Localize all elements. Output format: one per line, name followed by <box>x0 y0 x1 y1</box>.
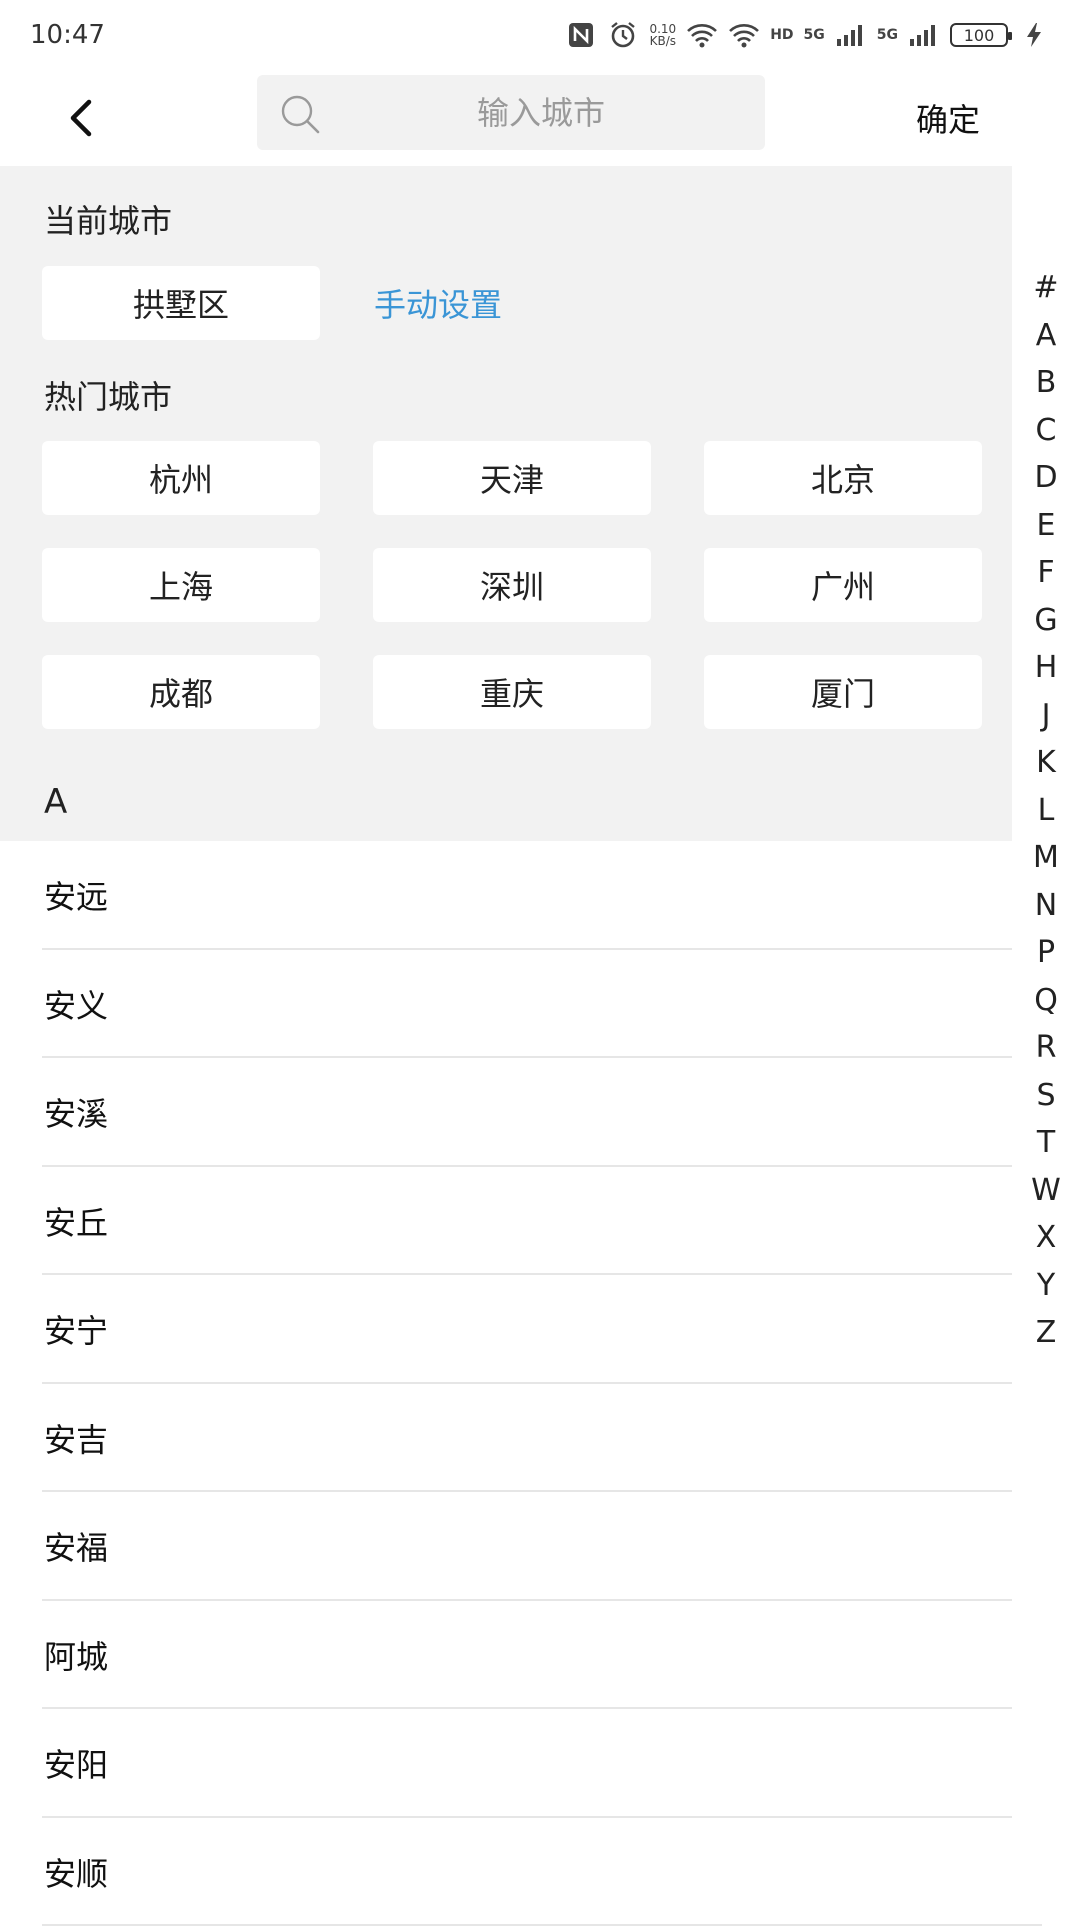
list-item[interactable]: 安义 <box>0 950 1012 1059</box>
search-icon <box>279 93 321 135</box>
hot-city-chip[interactable]: 成都 <box>42 655 320 729</box>
list-item[interactable]: 安远 <box>0 841 1012 950</box>
index-letter[interactable]: W <box>1031 1167 1061 1215</box>
status-bar: 10:47 0.10 KB/s HD 5G 5G 100 <box>0 0 1080 70</box>
wifi-icon <box>728 19 760 51</box>
index-letter[interactable]: K <box>1036 739 1056 787</box>
index-letter[interactable]: Y <box>1037 1262 1055 1310</box>
list-item[interactable]: 安吉 <box>0 1384 1012 1493</box>
index-letter[interactable]: N <box>1035 882 1057 930</box>
hd-badge: HD <box>770 27 793 43</box>
list-item[interactable]: 安宁 <box>0 1275 1012 1384</box>
index-letter[interactable]: B <box>1036 359 1057 407</box>
search-box[interactable] <box>257 75 765 150</box>
index-letter[interactable]: X <box>1036 1214 1057 1262</box>
manual-setting-link[interactable]: 手动设置 <box>374 266 502 340</box>
city-search-input[interactable] <box>337 75 745 150</box>
hot-city-chip[interactable]: 重庆 <box>373 655 651 729</box>
list-item[interactable]: 安阳 <box>0 1709 1012 1818</box>
index-letter[interactable]: H <box>1035 644 1058 692</box>
index-letter[interactable]: Q <box>1034 977 1058 1025</box>
battery-indicator: 100 <box>950 23 1008 47</box>
index-letter[interactable]: L <box>1038 787 1055 835</box>
wifi-icon <box>686 19 718 51</box>
signal-icon <box>908 19 940 51</box>
city-list: 安远 安义 安溪 安丘 安宁 安吉 安福 阿城 安阳 安顺 <box>0 841 1012 1926</box>
hot-city-chip[interactable]: 杭州 <box>42 441 320 515</box>
signal-icon <box>835 19 867 51</box>
index-letter[interactable]: P <box>1037 929 1055 977</box>
chevron-left-icon <box>65 98 97 138</box>
hot-city-chip[interactable]: 厦门 <box>704 655 982 729</box>
network-type-2: 5G <box>877 27 898 43</box>
list-item[interactable]: 安丘 <box>0 1167 1012 1276</box>
network-speed-unit: KB/s <box>649 35 676 47</box>
index-letter[interactable]: # <box>1033 264 1058 312</box>
status-icons: 0.10 KB/s HD 5G 5G 100 <box>565 19 1050 51</box>
list-letter-header: A <box>44 782 67 822</box>
index-letter[interactable]: Z <box>1036 1309 1057 1357</box>
top-navigation-bar: 确定 <box>0 70 1080 166</box>
index-letters: # A B C D E F G H J K L M N P Q R S T W … <box>1012 264 1080 1357</box>
city-selection-panel: 当前城市 拱墅区 手动设置 热门城市 杭州 天津 北京 上海 深圳 广州 成都 … <box>0 166 1012 841</box>
list-item[interactable]: 阿城 <box>0 1601 1012 1710</box>
list-item[interactable]: 安福 <box>0 1492 1012 1601</box>
hot-city-chip[interactable]: 深圳 <box>373 548 651 622</box>
nfc-icon <box>565 19 597 51</box>
index-letter[interactable]: C <box>1036 407 1057 455</box>
index-letter[interactable]: S <box>1036 1072 1055 1120</box>
index-letter[interactable]: J <box>1042 692 1051 740</box>
index-letter[interactable]: R <box>1036 1024 1057 1072</box>
hot-city-chip[interactable]: 北京 <box>704 441 982 515</box>
current-city-chip[interactable]: 拱墅区 <box>42 266 320 340</box>
index-letter[interactable]: T <box>1037 1119 1055 1167</box>
index-letter[interactable]: E <box>1037 502 1056 550</box>
charging-icon <box>1018 19 1050 51</box>
hot-city-chip[interactable]: 上海 <box>42 548 320 622</box>
network-type-1: 5G <box>804 27 825 43</box>
index-letter[interactable]: D <box>1034 454 1057 502</box>
index-letter[interactable]: F <box>1037 549 1054 597</box>
index-letter[interactable]: A <box>1036 312 1057 360</box>
index-letter[interactable]: M <box>1033 834 1059 882</box>
hot-cities-title: 热门城市 <box>44 372 172 418</box>
hot-city-chip[interactable]: 天津 <box>373 441 651 515</box>
status-time: 10:47 <box>30 20 105 50</box>
confirm-button[interactable]: 确定 <box>916 90 980 146</box>
alarm-icon <box>607 19 639 51</box>
list-item[interactable]: 安顺 <box>0 1818 1012 1926</box>
list-item[interactable]: 安溪 <box>0 1058 1012 1167</box>
index-letter[interactable]: G <box>1034 597 1057 645</box>
alphabet-index-bar[interactable]: # A B C D E F G H J K L M N P Q R S T W … <box>1012 166 1080 1920</box>
hot-city-chip[interactable]: 广州 <box>704 548 982 622</box>
network-speed: 0.10 KB/s <box>649 23 676 47</box>
current-city-title: 当前城市 <box>44 196 172 242</box>
back-button[interactable] <box>55 92 107 144</box>
